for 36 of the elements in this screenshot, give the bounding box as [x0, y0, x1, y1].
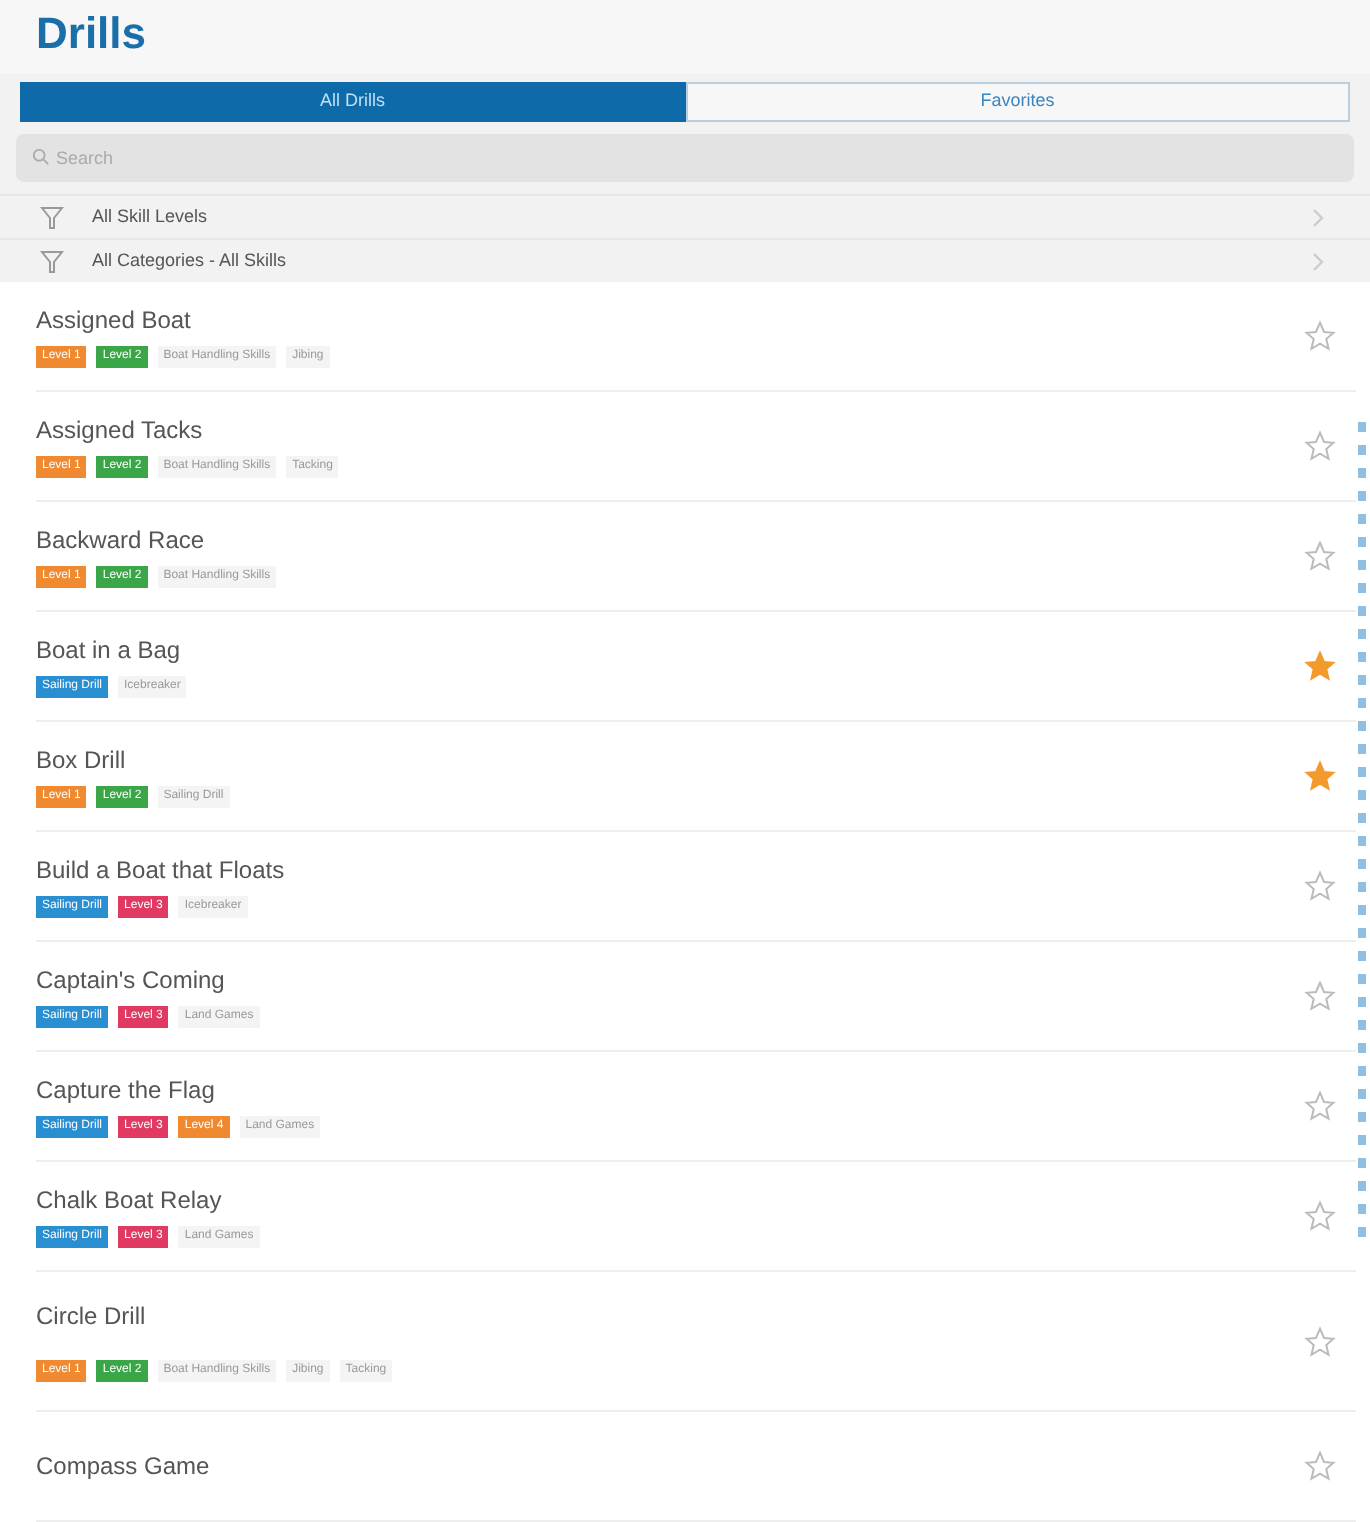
star-icon[interactable]	[1304, 430, 1336, 462]
filter-label: All Skill Levels	[92, 203, 210, 230]
drill-name: Chalk Boat Relay	[36, 1185, 224, 1215]
page-title: Drills	[36, 6, 149, 62]
star-icon[interactable]	[1304, 650, 1336, 682]
star-icon[interactable]	[1304, 1450, 1336, 1482]
drill-name: Compass Game	[36, 1451, 212, 1481]
drill-name: Box Drill	[36, 745, 128, 775]
drill-name: Assigned Tacks	[36, 415, 205, 445]
star-icon[interactable]	[1304, 980, 1336, 1012]
filter-icon	[40, 205, 64, 229]
search-icon	[32, 148, 50, 166]
star-icon[interactable]	[1304, 1325, 1336, 1357]
filter-row[interactable]: All Categories - All Skills	[0, 238, 1370, 282]
search-field[interactable]: Search	[16, 134, 1354, 182]
drill-name: Build a Boat that Floats	[36, 855, 287, 885]
drill-name: Backward Race	[36, 525, 207, 555]
chevron-right-icon	[1310, 207, 1326, 227]
star-icon[interactable]	[1304, 1200, 1336, 1232]
drill-name: Circle Drill	[36, 1301, 148, 1331]
star-icon[interactable]	[1304, 760, 1336, 792]
star-icon[interactable]	[1304, 1090, 1336, 1122]
drill-name: Capture the Flag	[36, 1075, 217, 1105]
star-icon[interactable]	[1304, 540, 1336, 572]
filter-row[interactable]: All Skill Levels	[0, 194, 1370, 238]
drill-name: Boat in a Bag	[36, 635, 183, 665]
filter-label: All Categories - All Skills	[92, 247, 289, 274]
star-icon[interactable]	[1304, 320, 1336, 352]
drill-name: Assigned Boat	[36, 305, 193, 335]
star-icon[interactable]	[1304, 870, 1336, 902]
drill-row[interactable]: Compass Game	[36, 1412, 1356, 1522]
segment-tab[interactable]: Favorites	[685, 82, 1350, 122]
chevron-right-icon	[1310, 251, 1326, 271]
segment-tab[interactable]: All Drills	[20, 82, 685, 122]
drill-name: Captain's Coming	[36, 965, 227, 995]
filter-icon	[40, 249, 64, 273]
